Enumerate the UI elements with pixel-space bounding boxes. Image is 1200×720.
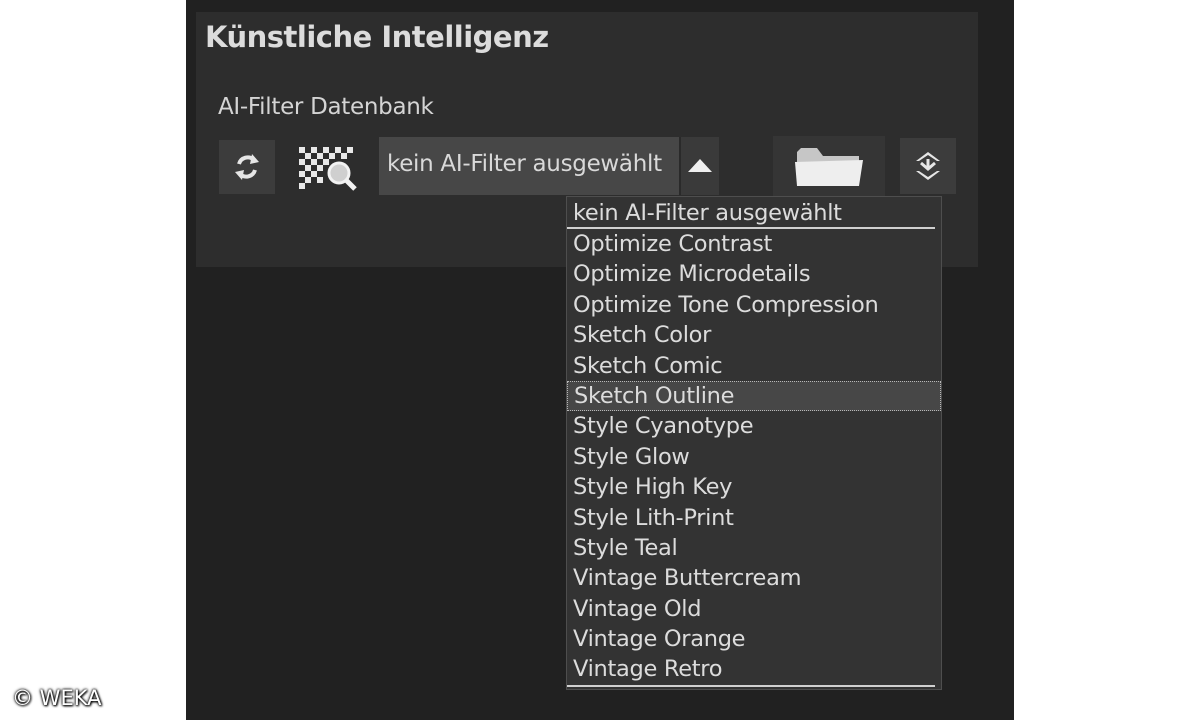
refresh-button[interactable] bbox=[219, 140, 275, 194]
export-icon bbox=[916, 152, 940, 180]
list-item-highlighted[interactable]: Sketch Outline bbox=[567, 380, 941, 412]
export-button[interactable] bbox=[900, 138, 956, 194]
filter-preview-button[interactable] bbox=[292, 140, 362, 194]
list-item[interactable]: kein AI-Filter ausgewählt bbox=[567, 197, 935, 229]
list-item[interactable]: Style Teal bbox=[567, 533, 941, 563]
chevron-up-icon bbox=[688, 159, 712, 172]
ai-filter-database-label: AI-Filter Datenbank bbox=[218, 94, 434, 120]
list-item[interactable]: Vintage Old bbox=[567, 594, 941, 624]
dropdown-bottom-divider bbox=[567, 685, 935, 687]
list-item[interactable]: Sketch Comic bbox=[567, 351, 941, 381]
section-title: Künstliche Intelligenz bbox=[205, 20, 549, 54]
list-item[interactable]: Style Lith-Print bbox=[567, 503, 941, 533]
ai-filter-select[interactable]: kein AI-Filter ausgewählt bbox=[379, 137, 719, 195]
app-window: Künstliche Intelligenz AI-Filter Datenba… bbox=[186, 0, 1014, 720]
list-item[interactable]: Vintage Orange bbox=[567, 624, 941, 654]
list-item[interactable]: Vintage Buttercream bbox=[567, 563, 941, 593]
open-folder-button[interactable] bbox=[773, 136, 885, 196]
folder-icon bbox=[795, 148, 863, 186]
refresh-icon bbox=[235, 154, 259, 180]
ai-filter-select-value: kein AI-Filter ausgewählt bbox=[387, 151, 662, 177]
filter-preview-icon bbox=[299, 147, 357, 191]
list-item[interactable]: Style Cyanotype bbox=[567, 411, 941, 441]
ai-filter-dropdown-list: kein AI-Filter ausgewählt Optimize Contr… bbox=[566, 196, 942, 690]
list-item[interactable]: Optimize Tone Compression bbox=[567, 290, 941, 320]
list-item[interactable]: Vintage Retro bbox=[567, 654, 941, 684]
list-item[interactable]: Style Glow bbox=[567, 442, 941, 472]
select-toggle[interactable] bbox=[679, 137, 719, 195]
list-item[interactable]: Optimize Contrast bbox=[567, 229, 941, 259]
list-item[interactable]: Optimize Microdetails bbox=[567, 259, 941, 289]
list-item[interactable]: Style High Key bbox=[567, 472, 941, 502]
list-item[interactable]: Sketch Color bbox=[567, 320, 941, 350]
copyright-watermark: © WEKA bbox=[12, 686, 102, 710]
